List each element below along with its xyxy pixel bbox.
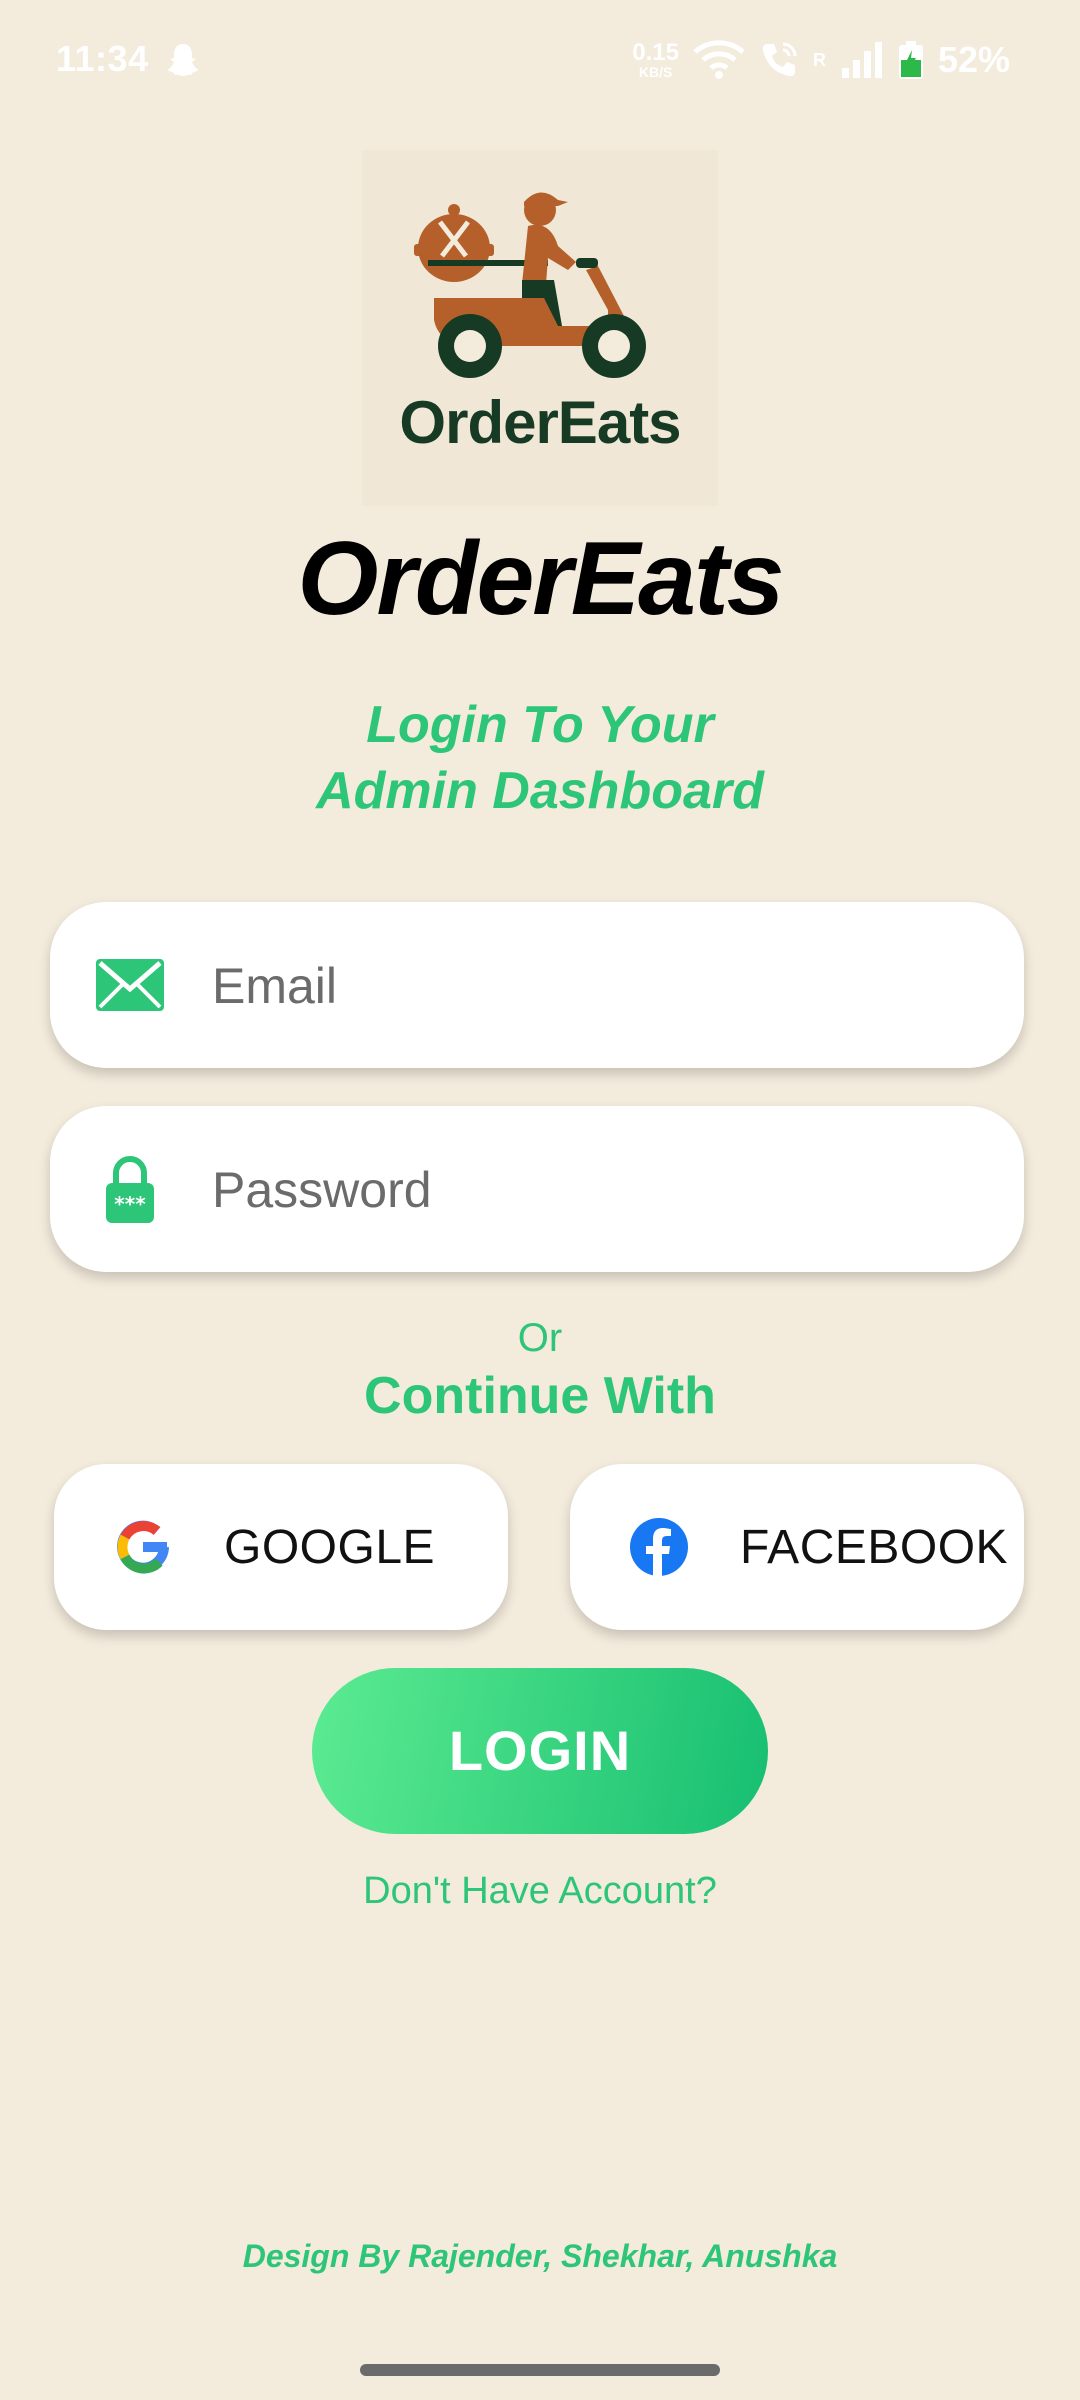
- email-input[interactable]: [210, 935, 994, 1037]
- google-button-label: GOOGLE: [224, 1521, 436, 1574]
- google-icon: [117, 1520, 169, 1574]
- logo-wordmark: OrderEats: [399, 389, 681, 456]
- facebook-button-label: FACEBOOK: [740, 1521, 1009, 1574]
- status-indicators: 0.15 KB/S R 52%: [632, 36, 1010, 84]
- continue-with-label: Continue With: [364, 1367, 716, 1425]
- login-subtitle: Login To Your Admin Dashboard: [0, 692, 1080, 824]
- snapchat-icon: [167, 44, 199, 76]
- svg-text:***: ***: [114, 1192, 146, 1216]
- mail-icon: [96, 959, 164, 1011]
- network-speed-unit: KB/S: [638, 64, 673, 80]
- battery-percent: 52%: [937, 39, 1010, 80]
- delivery-scooter-icon: [414, 192, 646, 378]
- battery-icon: [898, 41, 923, 79]
- subtitle-line-2: Admin Dashboard: [316, 762, 764, 820]
- signup-link[interactable]: Don't Have Account?: [0, 1870, 1080, 1913]
- login-button[interactable]: LOGIN: [312, 1668, 768, 1834]
- network-speed: 0.15 KB/S: [632, 39, 679, 80]
- subtitle-line-1: Login To Your: [366, 696, 714, 754]
- wifi-icon: [693, 40, 745, 79]
- status-bar: 11:34 0.15 KB/S R 52%: [0, 0, 1080, 120]
- network-speed-value: 0.15: [632, 39, 679, 66]
- app-title: OrderEats: [297, 521, 785, 637]
- roaming-label: R: [812, 49, 826, 70]
- signal-icon: [841, 42, 882, 78]
- app-logo: OrderEats: [362, 150, 718, 506]
- email-field[interactable]: [50, 902, 1024, 1068]
- design-credits: Design By Rajender, Shekhar, Anushka: [242, 2238, 838, 2274]
- google-button[interactable]: GOOGLE: [54, 1464, 508, 1630]
- status-time: 11:34: [56, 38, 149, 79]
- home-indicator[interactable]: [360, 2364, 720, 2376]
- password-field[interactable]: ***: [50, 1106, 1024, 1272]
- password-input[interactable]: [210, 1139, 994, 1241]
- facebook-button[interactable]: FACEBOOK: [570, 1464, 1024, 1630]
- wifi-calling-icon: [762, 42, 797, 77]
- facebook-icon: [630, 1518, 688, 1576]
- lock-icon: ***: [106, 1156, 154, 1223]
- or-label: Or: [517, 1316, 563, 1360]
